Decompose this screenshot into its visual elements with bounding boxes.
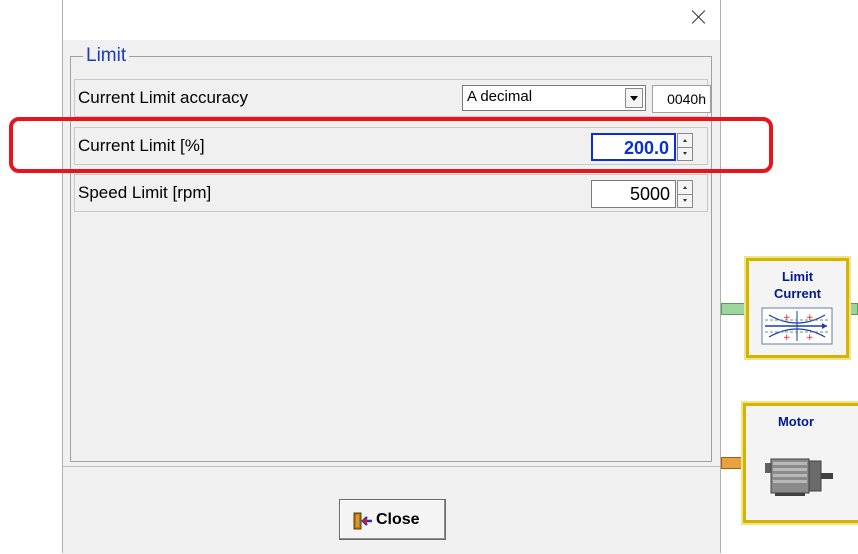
svg-text:+: + — [806, 333, 814, 343]
close-icon[interactable] — [692, 10, 706, 24]
current-limit-accuracy-label: Current Limit accuracy — [78, 88, 249, 107]
output-connector — [849, 303, 858, 315]
title-bar — [63, 0, 720, 40]
motor-icon — [765, 458, 833, 496]
accuracy-select-value: A decimal — [467, 88, 533, 105]
svg-text:+: + — [783, 333, 791, 343]
svg-text:+: + — [783, 313, 791, 323]
close-button-label: Close — [376, 511, 420, 528]
button-panel: Close — [63, 466, 720, 554]
row-speed-limit: Speed Limit [rpm] 5000 — [74, 174, 708, 212]
row-current-limit-accuracy: Current Limit accuracy A decimal 0040h — [74, 79, 711, 117]
spin-up-icon[interactable] — [678, 181, 692, 195]
speed-limit-input[interactable]: 5000 — [591, 180, 676, 208]
group-title: Limit — [83, 45, 130, 67]
highlight-rectangle — [9, 117, 773, 173]
motor-block[interactable]: Motor — [743, 403, 858, 523]
svg-text:+: + — [806, 313, 814, 323]
input-connector — [721, 303, 746, 315]
speed-limit-label: Speed Limit [rpm] — [78, 183, 212, 202]
close-button[interactable]: Close — [339, 499, 446, 540]
motor-connector — [721, 457, 743, 469]
exit-door-icon — [353, 512, 372, 530]
limit-dialog: Limit Current Limit accuracy A decimal 0… — [62, 0, 721, 554]
speed-limit-spinner[interactable] — [677, 180, 693, 208]
limit-block-label-1: Limit — [781, 269, 814, 284]
dropdown-arrow-icon[interactable] — [625, 88, 643, 108]
limit-current-block[interactable]: Limit Current + + + + — [746, 258, 849, 358]
current-limit-icon: + + + + — [761, 307, 833, 345]
limit-block-label-2: Current — [774, 286, 821, 301]
accuracy-code: 0040h — [652, 85, 711, 113]
motor-block-label: Motor — [777, 414, 815, 429]
accuracy-select[interactable]: A decimal — [462, 85, 646, 111]
spin-down-icon[interactable] — [678, 194, 692, 207]
